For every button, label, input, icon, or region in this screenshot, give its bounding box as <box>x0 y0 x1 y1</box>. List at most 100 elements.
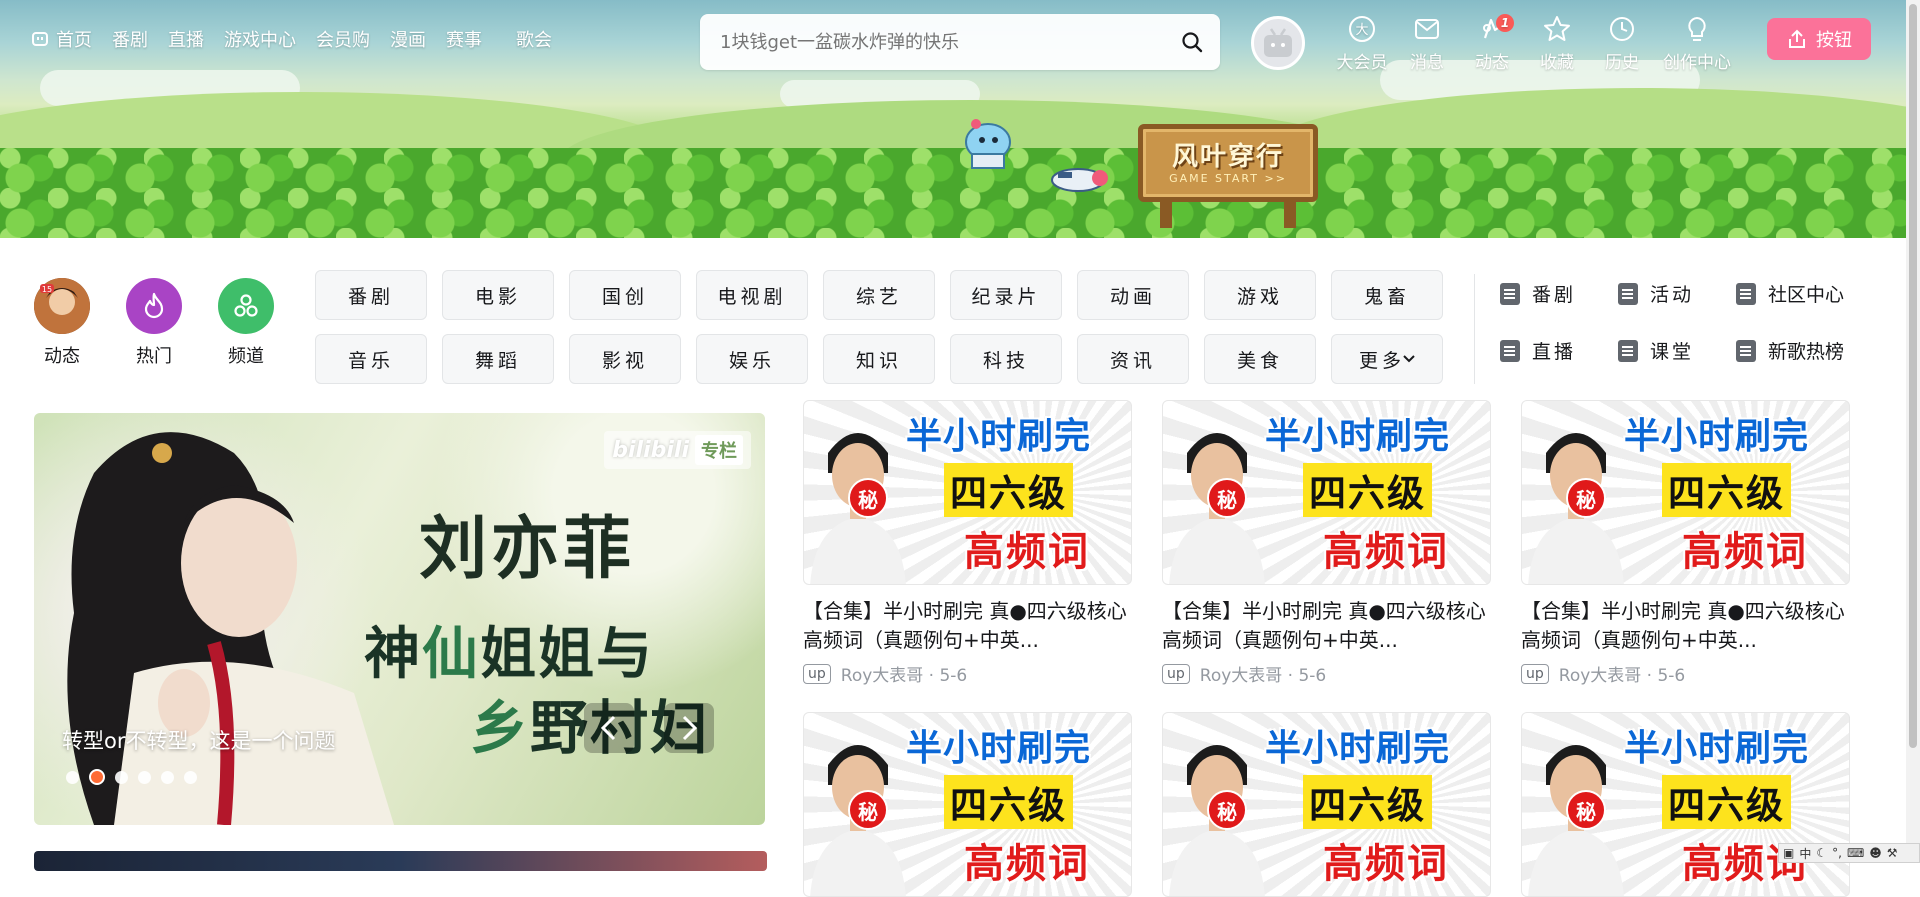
video-card-grid: 秘 半小时刷完 四六级 高频词 【合集】半小时刷完 真●四六级核心高频词（真题例… <box>803 400 1850 897</box>
quick-hot[interactable]: 热门 <box>114 278 194 368</box>
wrench-icon[interactable]: ⚒ <box>1887 846 1898 860</box>
link-community[interactable]: 社区中心 <box>1736 280 1866 307</box>
thumb-text-line1: 半小时刷完 <box>906 728 1092 769</box>
video-thumbnail[interactable]: 秘 半小时刷完 四六级 高频词 <box>803 400 1132 585</box>
carousel-dot[interactable] <box>161 770 174 784</box>
vertical-scrollbar[interactable] <box>1906 0 1920 863</box>
category-documentary[interactable]: 纪录片 <box>950 270 1062 320</box>
category-animation[interactable]: 动画 <box>1077 270 1189 320</box>
search-input[interactable] <box>720 22 1150 62</box>
link-live-label: 直播 <box>1532 341 1577 363</box>
nav-manga[interactable]: 漫画 <box>390 26 426 52</box>
sign-post <box>1160 198 1172 228</box>
category-knowledge[interactable]: 知识 <box>823 334 935 384</box>
punct-icon[interactable]: °, <box>1832 846 1842 860</box>
nav-anime[interactable]: 番剧 <box>112 26 148 52</box>
video-title[interactable]: 【合集】半小时刷完 真●四六级核心高频词（真题例句+中英... <box>1521 597 1850 655</box>
category-movie[interactable]: 电影 <box>442 270 554 320</box>
nav-messages[interactable]: 消息 <box>1395 14 1459 73</box>
video-card[interactable]: 秘 半小时刷完 四六级 高频词 【合集】半小时刷完 真●四六级核心高频词（真题例… <box>803 400 1132 686</box>
category-guochuang[interactable]: 国创 <box>569 270 681 320</box>
upload-button[interactable]: 按钮 <box>1767 18 1871 60</box>
carousel-dot[interactable] <box>184 770 197 784</box>
uploader-date[interactable]: Roy大表哥 · 5-6 <box>1559 661 1686 686</box>
nav-favorites[interactable]: 收藏 <box>1525 14 1589 73</box>
quick-channel[interactable]: 频道 <box>206 278 286 368</box>
nav-vip-shop[interactable]: 会员购 <box>316 26 370 52</box>
thumb-text-line3: 高频词 <box>1323 529 1449 575</box>
link-classroom-label: 课堂 <box>1650 341 1695 363</box>
carousel-dot[interactable] <box>115 770 128 784</box>
link-activity[interactable]: 活动 <box>1618 280 1736 307</box>
search-icon[interactable] <box>1180 30 1204 54</box>
category-more[interactable]: 更多 <box>1331 334 1443 384</box>
nav-left: 首页 番剧 直播 游戏中心 会员购 漫画 赛事 歌会 <box>32 26 572 52</box>
game-sign: 风叶穿行 GAME START >> <box>1138 118 1318 228</box>
category-news[interactable]: 资讯 <box>1077 334 1189 384</box>
chevron-left-icon <box>600 715 616 741</box>
category-music[interactable]: 音乐 <box>315 334 427 384</box>
category-film[interactable]: 影视 <box>569 334 681 384</box>
bilibili-tv-icon <box>32 32 48 46</box>
video-title[interactable]: 【合集】半小时刷完 真●四六级核心高频词（真题例句+中英... <box>803 597 1132 655</box>
link-live[interactable]: 直播 <box>1500 337 1618 364</box>
carousel-dot[interactable] <box>66 770 79 784</box>
video-card[interactable]: 秘 半小时刷完 四六级 高频词 <box>803 712 1132 897</box>
nav-live[interactable]: 直播 <box>168 26 204 52</box>
keyboard-icon[interactable]: ⌨ <box>1847 846 1864 860</box>
video-thumbnail[interactable]: 秘 半小时刷完 四六级 高频词 <box>803 712 1132 897</box>
link-classroom[interactable]: 课堂 <box>1618 337 1736 364</box>
carousel[interactable]: bilibili 专栏 刘亦菲 神仙姐姐与 乡野村妇 转型or不转型，这是一个问… <box>34 413 765 825</box>
category-anime[interactable]: 番剧 <box>315 270 427 320</box>
thumb-text-line2: 四六级 <box>1662 463 1791 517</box>
link-new-songs[interactable]: 新歌热榜 <box>1736 337 1866 364</box>
nav-dynamic[interactable]: 1 动态 <box>1460 14 1524 73</box>
nav-game-center[interactable]: 游戏中心 <box>224 26 296 52</box>
link-anime[interactable]: 番剧 <box>1500 280 1618 307</box>
brand-tag: bilibili 专栏 <box>604 431 751 469</box>
video-thumbnail[interactable]: 秘 半小时刷完 四六级 高频词 <box>1162 400 1491 585</box>
secret-seal: 秘 <box>1207 790 1247 830</box>
category-tv[interactable]: 电视剧 <box>696 270 808 320</box>
carousel-dot-active[interactable] <box>89 769 105 785</box>
carousel-prev-button[interactable] <box>584 703 634 753</box>
nav-song-fest[interactable]: 歌会 <box>516 26 552 52</box>
nav-esports[interactable]: 赛事 <box>446 26 482 52</box>
video-thumbnail[interactable]: 秘 半小时刷完 四六级 高频词 <box>1521 712 1850 897</box>
user-icon[interactable]: ☻ <box>1869 846 1882 860</box>
category-entertainment[interactable]: 娱乐 <box>696 334 808 384</box>
category-tech[interactable]: 科技 <box>950 334 1062 384</box>
second-banner-peek[interactable] <box>34 851 767 871</box>
nav-creator-center[interactable]: 创作中心 <box>1655 14 1739 73</box>
carousel-next-button[interactable] <box>664 703 714 753</box>
category-kichiku[interactable]: 鬼畜 <box>1331 270 1443 320</box>
video-card[interactable]: 秘 半小时刷完 四六级 高频词 【合集】半小时刷完 真●四六级核心高频词（真题例… <box>1521 400 1850 686</box>
video-thumbnail[interactable]: 秘 半小时刷完 四六级 高频词 <box>1162 712 1491 897</box>
uploader-date[interactable]: Roy大表哥 · 5-6 <box>1200 661 1327 686</box>
ime-icon[interactable]: ▣ <box>1783 846 1794 860</box>
category-variety[interactable]: 综艺 <box>823 270 935 320</box>
fire-icon <box>126 278 182 334</box>
uploader-date[interactable]: Roy大表哥 · 5-6 <box>841 661 968 686</box>
video-title[interactable]: 【合集】半小时刷完 真●四六级核心高频词（真题例句+中英... <box>1162 597 1491 655</box>
headline-rest: 姐姐与 <box>480 621 654 687</box>
secret-seal: 秘 <box>848 790 888 830</box>
video-card[interactable]: 秘 半小时刷完 四六级 高频词 <box>1162 712 1491 897</box>
ime-lang[interactable]: 中 <box>1799 845 1811 862</box>
nav-home[interactable]: 首页 <box>32 26 92 52</box>
nav-history[interactable]: 历史 <box>1590 14 1654 73</box>
video-card[interactable]: 秘 半小时刷完 四六级 高频词 【合集】半小时刷完 真●四六级核心高频词（真题例… <box>1162 400 1491 686</box>
moon-icon[interactable]: ☾ <box>1816 846 1827 860</box>
nav-vip[interactable]: 大 大会员 <box>1330 14 1394 73</box>
quick-dynamic[interactable]: 15 动态 <box>22 278 102 368</box>
bilibili-logo: bilibili <box>612 437 689 463</box>
carousel-caption[interactable]: 转型or不转型，这是一个问题 <box>62 725 335 755</box>
video-thumbnail[interactable]: 秘 半小时刷完 四六级 高频词 <box>1521 400 1850 585</box>
carousel-dot[interactable] <box>138 770 151 784</box>
category-game[interactable]: 游戏 <box>1204 270 1316 320</box>
category-dance[interactable]: 舞蹈 <box>442 334 554 384</box>
video-card[interactable]: 秘 半小时刷完 四六级 高频词 <box>1521 712 1850 897</box>
category-food[interactable]: 美食 <box>1204 334 1316 384</box>
avatar[interactable] <box>1251 16 1305 70</box>
scrollbar-thumb[interactable] <box>1909 4 1917 748</box>
